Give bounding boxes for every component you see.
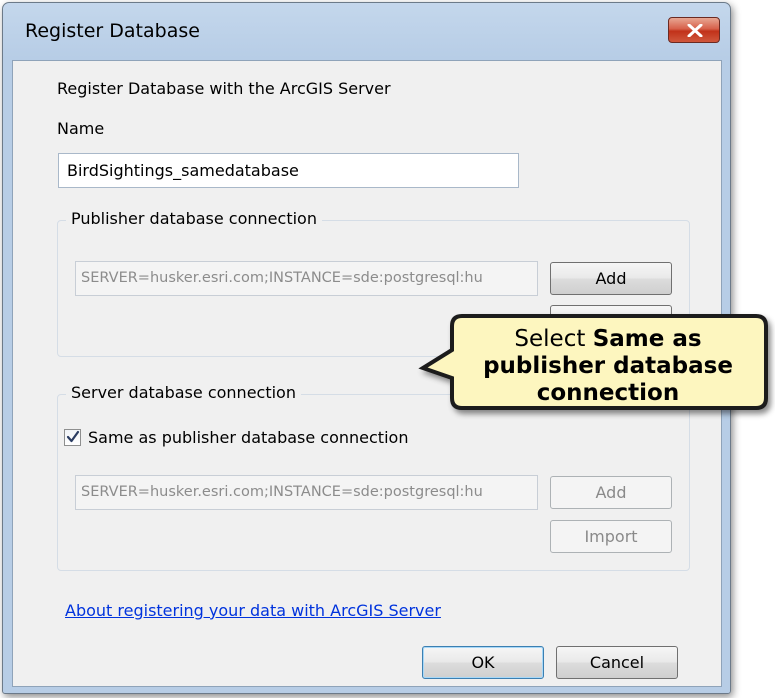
checkmark-icon	[66, 430, 80, 443]
name-label: Name	[57, 119, 105, 138]
window-title: Register Database	[25, 20, 200, 42]
publisher-group-title: Publisher database connection	[66, 209, 322, 228]
callout-text: Select Same as publisher database connec…	[455, 326, 761, 407]
server-connection-field: SERVER=husker.esri.com;INSTANCE=sde:post…	[75, 475, 538, 510]
same-as-publisher-label[interactable]: Same as publisher database connection	[88, 428, 408, 447]
ok-button[interactable]: OK	[422, 646, 544, 679]
server-add-button: Add	[550, 476, 672, 509]
publisher-add-button[interactable]: Add	[550, 262, 672, 295]
publisher-connection-field[interactable]: SERVER=husker.esri.com;INSTANCE=sde:post…	[75, 261, 538, 296]
server-import-button: Import	[550, 520, 672, 553]
dialog-heading: Register Database with the ArcGIS Server	[57, 79, 391, 98]
title-bar[interactable]: Register Database	[3, 3, 730, 61]
server-group-title: Server database connection	[66, 383, 301, 402]
same-as-publisher-checkbox[interactable]	[64, 429, 81, 446]
name-input[interactable]	[58, 153, 519, 188]
help-link[interactable]: About registering your data with ArcGIS …	[65, 601, 441, 620]
cancel-button[interactable]: Cancel	[556, 646, 678, 679]
instruction-callout: Select Same as publisher database connec…	[395, 308, 775, 460]
close-icon	[687, 24, 703, 37]
close-button[interactable]	[668, 17, 720, 43]
callout-prefix: Select	[514, 326, 593, 352]
